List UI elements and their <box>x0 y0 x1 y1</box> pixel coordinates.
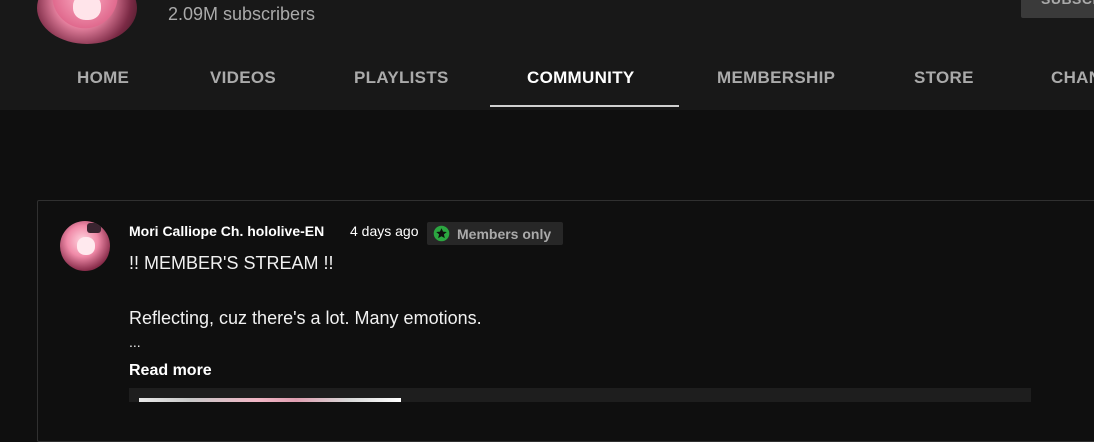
tab-community[interactable]: COMMUNITY <box>527 68 635 88</box>
subscribe-button[interactable]: SUBSCRIBE <box>1021 0 1094 18</box>
members-only-label: Members only <box>457 225 552 242</box>
tab-membership[interactable]: MEMBERSHIP <box>717 68 835 88</box>
tab-store[interactable]: STORE <box>914 68 974 88</box>
post-timestamp[interactable]: 4 days ago <box>350 223 419 239</box>
avatar-crown <box>87 223 101 233</box>
subscriber-count: 2.09M subscribers <box>168 4 316 24</box>
star-badge-icon <box>433 225 450 242</box>
post-author-name[interactable]: Mori Calliope Ch. hololive-EN <box>129 223 324 239</box>
tab-playlists[interactable]: PLAYLISTS <box>354 68 449 88</box>
post-text-line: !! MEMBER'S STREAM !! <box>129 253 334 273</box>
tab-channels[interactable]: CHANNELS <box>1051 68 1094 88</box>
members-only-badge: Members only <box>427 222 563 245</box>
avatar-face <box>73 0 101 20</box>
avatar-face <box>77 237 95 255</box>
tab-home[interactable]: HOME <box>77 68 129 88</box>
post-text-line: Reflecting, cuz there's a lot. Many emot… <box>129 308 482 328</box>
post-text-ellipsis: ... <box>129 334 141 350</box>
tab-videos[interactable]: VIDEOS <box>210 68 276 88</box>
post-author-avatar[interactable] <box>60 221 110 271</box>
active-tab-indicator <box>490 105 679 107</box>
read-more-button[interactable]: Read more <box>129 362 212 380</box>
post-image[interactable] <box>139 398 401 402</box>
channel-header <box>0 0 1094 110</box>
